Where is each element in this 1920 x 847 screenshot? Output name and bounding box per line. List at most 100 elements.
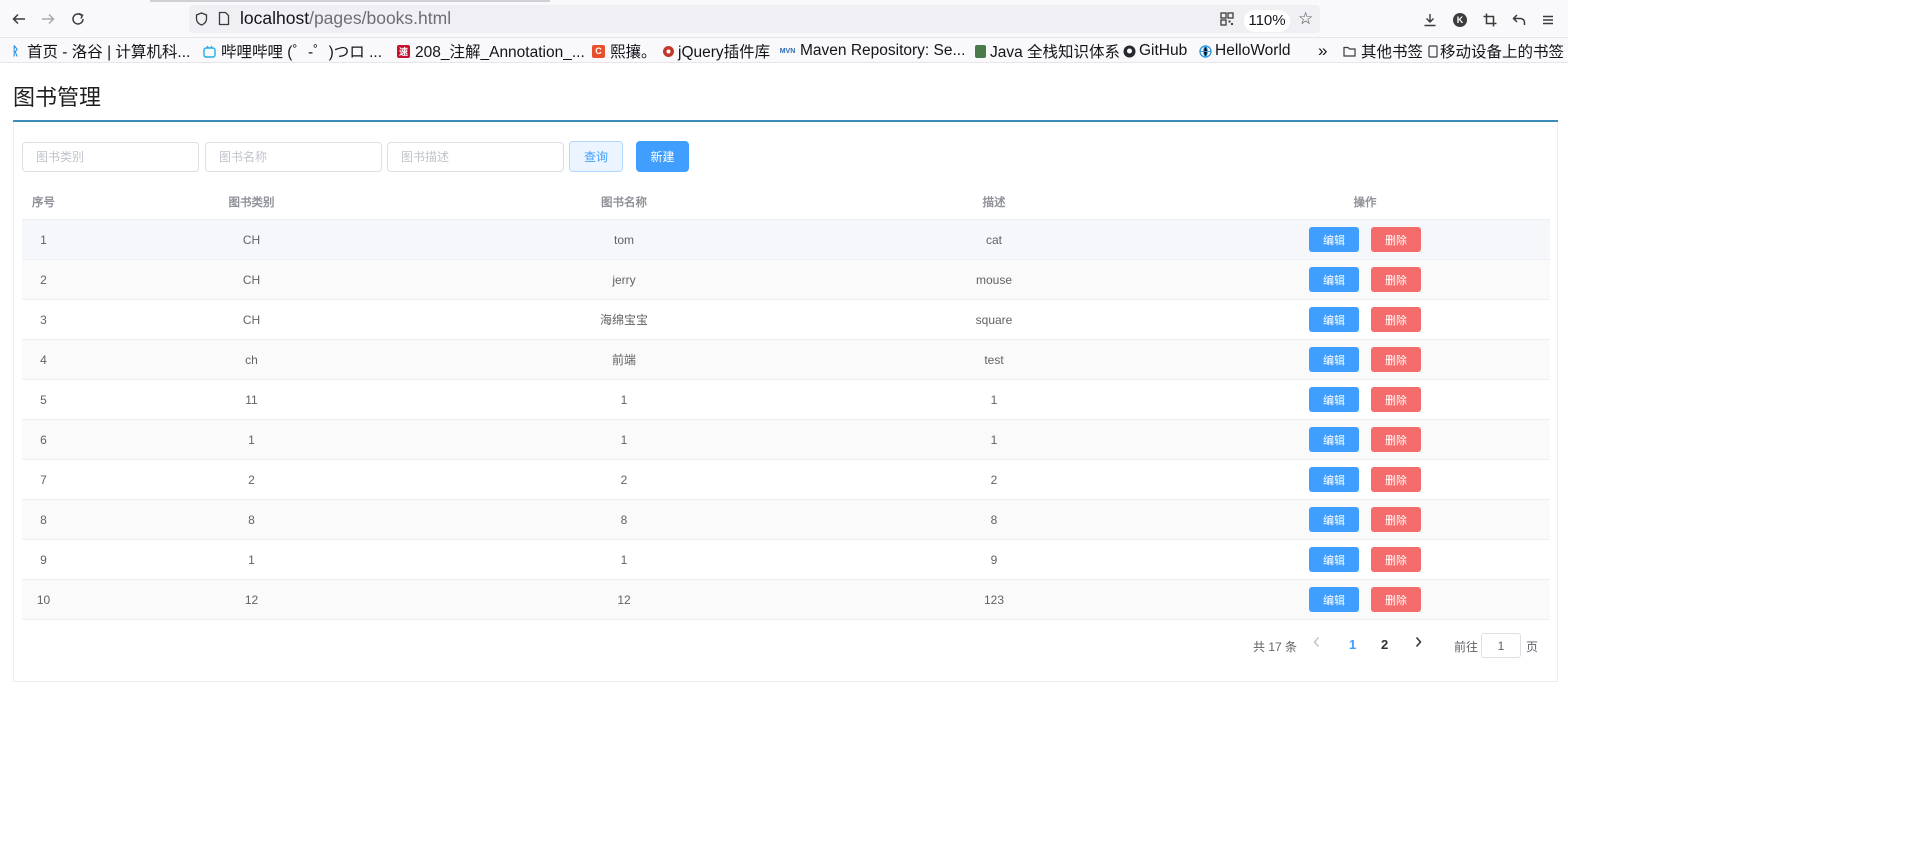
table-body: 1 CH tom cat 编辑 删除 2 CH jerry mouse 编辑 删除 3 CH 海绵宝宝 squ… [22,220,1550,620]
delete-button[interactable]: 删除 [1371,547,1421,572]
bookmarks-bar: ᚱ 首页 - 洛谷 | 计算机科... 哔哩哔哩 (゜-゜)つロ ... 速 2… [0,38,1568,63]
reload-icon[interactable] [67,8,89,30]
category-search-input[interactable] [22,142,199,172]
cell-name: 1 [620,393,628,407]
forward-icon[interactable] [37,8,59,30]
delete-button[interactable]: 删除 [1371,227,1421,252]
cell-category: CH [242,313,261,327]
bookmark-bilibili[interactable]: 哔哩哔哩 (゜-゜)つロ ... [203,41,382,61]
luogu-icon: ᚱ [11,44,20,58]
edit-button[interactable]: 编辑 [1309,307,1359,332]
cell-desc: cat [985,233,1002,247]
cell-desc: test [984,353,1004,367]
delete-button[interactable]: 删除 [1371,387,1421,412]
table-row: 9 1 1 9 编辑 删除 [22,540,1550,580]
edit-button[interactable]: 编辑 [1309,587,1359,612]
desc-search-input[interactable] [387,142,564,172]
table-row: 6 1 1 1 编辑 删除 [22,420,1550,460]
delete-button[interactable]: 删除 [1371,347,1421,372]
cell-index: 7 [40,473,47,487]
red-square-icon: 速 [397,44,410,58]
goto-page-input[interactable] [1481,633,1521,658]
table-row: 1 CH tom cat 编辑 删除 [22,220,1550,260]
c-icon: C [592,44,605,58]
back-icon[interactable] [8,8,30,30]
new-button[interactable]: 新建 [636,141,689,172]
bookmarks-overflow-icon[interactable]: » [1318,41,1327,61]
delete-button[interactable]: 删除 [1371,307,1421,332]
cell-desc: 8 [990,513,998,527]
github-icon [1123,45,1136,58]
delete-button[interactable]: 删除 [1371,467,1421,492]
edit-button[interactable]: 编辑 [1309,547,1359,572]
url-host: localhost [240,8,310,28]
crop-icon[interactable] [1479,9,1501,31]
page-number-1[interactable]: 1 [1349,637,1356,652]
bookmark-maven[interactable]: MVN Maven Repository: Se... [779,41,966,61]
bookmark-luogu[interactable]: ᚱ 首页 - 洛谷 | 计算机科... [9,41,190,61]
url-text[interactable]: localhost/pages/books.html [240,8,451,29]
bookmark-label: HelloWorld [1215,42,1291,59]
table-row: 10 12 12 123 编辑 删除 [22,580,1550,620]
bookmark-java[interactable]: Java 全栈知识体系 [975,41,1120,61]
table-row: 5 11 1 1 编辑 删除 [22,380,1550,420]
page-number-2[interactable]: 2 [1381,637,1388,652]
browser-toolbar: localhost/pages/books.html 110% ☆ K [0,0,1568,38]
qr-code-icon[interactable] [1220,12,1234,26]
edit-button[interactable]: 编辑 [1309,427,1359,452]
menu-icon[interactable] [1537,9,1559,31]
bookmark-star-icon[interactable]: ☆ [1298,9,1313,29]
cell-desc: 1 [990,433,998,447]
cell-category: 11 [245,393,258,407]
cell-desc: 123 [983,593,1005,607]
name-search-input[interactable] [205,142,382,172]
prev-page-icon[interactable] [1312,636,1321,651]
bookmark-folder-mobile[interactable]: 移动设备上的书签 [1428,41,1564,61]
query-button[interactable]: 查询 [569,141,623,172]
bookmark-folder-other[interactable]: 其他书签 [1343,41,1423,61]
page-title: 图书管理 [13,85,102,110]
cell-index: 8 [40,513,47,527]
bookmark-label: GitHub [1139,42,1188,59]
cell-desc: mouse [975,273,1013,287]
bookmark-helloworld[interactable]: HelloWorld [1199,41,1291,61]
edit-button[interactable]: 编辑 [1309,387,1359,412]
bookmark-github[interactable]: GitHub [1123,41,1187,61]
header-index: 序号 [32,197,55,209]
edit-button[interactable]: 编辑 [1309,267,1359,292]
cell-index: 1 [40,233,47,247]
loading-bar [150,0,550,2]
download-icon[interactable] [1419,9,1441,31]
cell-desc: 9 [990,553,998,567]
bookmark-label: 熙攘。 [610,44,657,61]
edit-button[interactable]: 编辑 [1309,227,1359,252]
shield-icon[interactable] [195,12,208,26]
delete-button[interactable]: 删除 [1371,507,1421,532]
bookmark-annotation[interactable]: 速 208_注解_Annotation_... [397,41,585,61]
cell-category: 12 [244,593,259,607]
next-page-icon[interactable] [1414,636,1423,651]
bookmark-label: 首页 - 洛谷 | 计算机科... [27,44,191,61]
undo-icon[interactable] [1508,9,1530,31]
edit-button[interactable]: 编辑 [1309,507,1359,532]
delete-button[interactable]: 删除 [1371,267,1421,292]
bookmark-jquery[interactable]: jQuery插件库 [662,41,770,61]
mvn-icon: MVN [779,47,796,55]
cell-name: 前端 [611,353,636,367]
cell-index: 6 [40,433,47,447]
cell-category: 8 [248,513,255,527]
cell-name: 1 [620,433,628,447]
delete-button[interactable]: 删除 [1371,427,1421,452]
bookmark-label: 移动设备上的书签 [1440,44,1565,61]
bilibili-icon [203,45,216,58]
edit-button[interactable]: 编辑 [1309,347,1359,372]
delete-button[interactable]: 删除 [1371,587,1421,612]
pagination-total: 共 17 条 [1253,640,1298,654]
zoom-level[interactable]: 110% [1244,10,1290,32]
cell-name: 2 [620,473,628,487]
table-header: 序号 图书类别 图书名称 描述 操作 [22,186,1550,220]
extension-k-icon[interactable]: K [1449,9,1471,31]
edit-button[interactable]: 编辑 [1309,467,1359,492]
bookmark-xirang[interactable]: C 熙攘。 [592,41,657,61]
cell-index: 3 [40,313,47,327]
